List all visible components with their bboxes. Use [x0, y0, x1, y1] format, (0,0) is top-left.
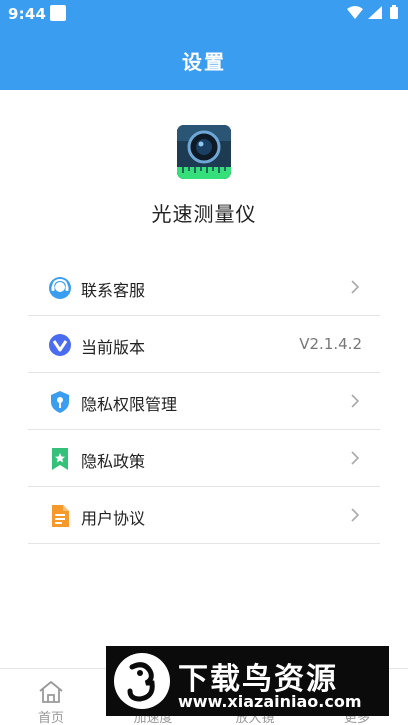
menu-item-privacy-policy[interactable]: 隐私政策 — [28, 430, 380, 487]
notification-icon — [50, 5, 66, 21]
watermark-url: www.xiazainiao.com — [178, 692, 362, 711]
menu-item-label: 隐私政策 — [81, 452, 146, 471]
watermark-banner: 下载鸟资源 www.xiazainiao.com — [106, 646, 389, 716]
shield-icon — [51, 391, 69, 413]
home-icon — [39, 681, 63, 703]
menu-item-label: 用户协议 — [81, 509, 146, 528]
app-bar: 设置 — [0, 28, 408, 90]
chevron-right-icon — [351, 280, 360, 294]
battery-icon — [390, 7, 398, 19]
version-value: V2.1.4.2 — [299, 335, 362, 353]
bird-logo-icon — [114, 653, 170, 709]
wifi-icon — [347, 6, 363, 19]
camera-lens-icon — [177, 125, 231, 179]
menu-item-current-version[interactable]: 当前版本 V2.1.4.2 — [28, 316, 380, 373]
chevron-right-icon — [351, 394, 360, 408]
customer-service-icon — [49, 277, 71, 299]
tab-home[interactable]: 首页 — [0, 669, 102, 725]
status-icons — [347, 5, 398, 19]
chevron-right-icon — [351, 451, 360, 465]
status-bar: 9:44 — [0, 0, 408, 28]
menu-item-contact-support[interactable]: 联系客服 — [28, 259, 380, 316]
menu-item-label: 隐私权限管理 — [81, 395, 178, 414]
chevron-right-icon — [351, 508, 360, 522]
bookmark-star-icon — [52, 448, 68, 470]
tab-label: 首页 — [37, 711, 64, 725]
menu-item-label: 联系客服 — [81, 281, 146, 300]
settings-menu: 联系客服 当前版本 V2.1.4.2 隐私权限管理 隐私政策 用户协议 — [28, 259, 380, 544]
version-icon — [49, 334, 71, 356]
menu-item-user-agreement[interactable]: 用户协议 — [28, 487, 380, 544]
status-time: 9:44 — [8, 5, 47, 23]
signal-icon — [368, 6, 382, 19]
menu-item-label: 当前版本 — [81, 338, 146, 357]
menu-item-privacy-permissions[interactable]: 隐私权限管理 — [28, 373, 380, 430]
document-icon — [52, 505, 69, 527]
app-name: 光速测量仪 — [151, 202, 257, 226]
page-title: 设置 — [182, 50, 226, 74]
